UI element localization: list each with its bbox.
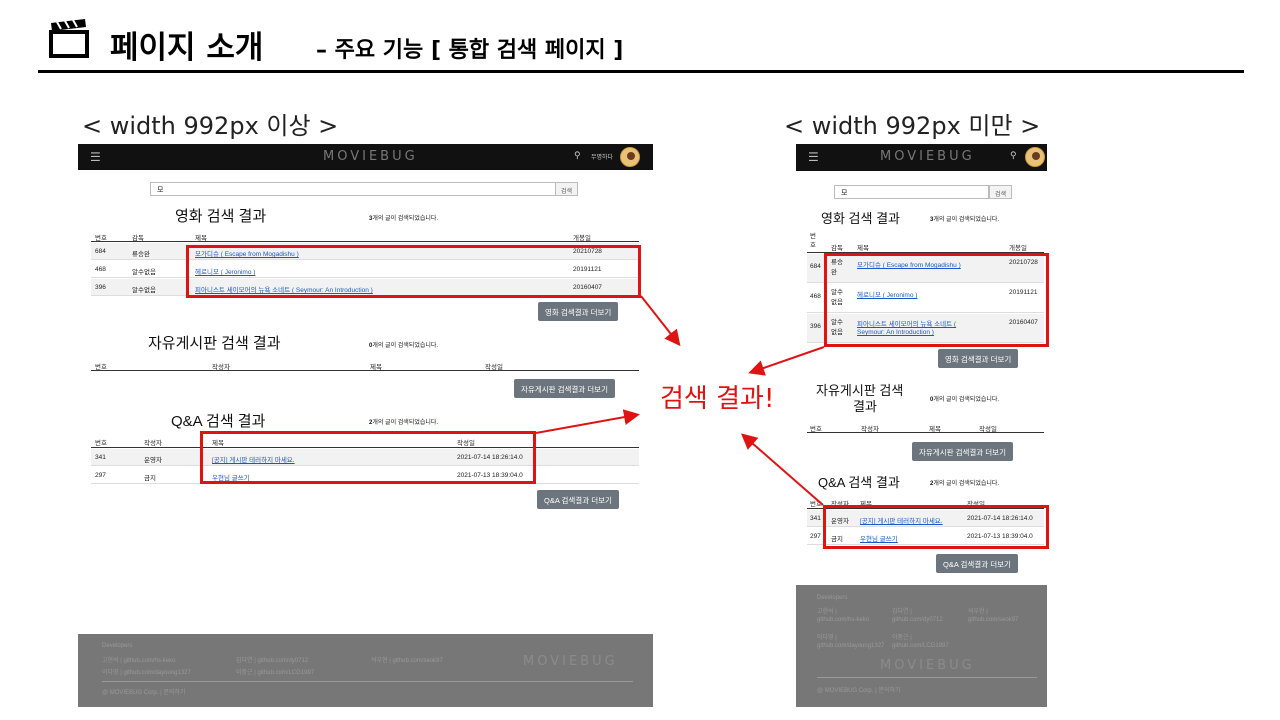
arrow-qna-narrow <box>740 433 824 506</box>
callout-arrows <box>535 295 825 506</box>
arrow-movie-narrow <box>748 346 825 376</box>
slide: { "slide": { "title": "페이지 소개", "subtitl… <box>0 0 1280 720</box>
arrow-qna-wide <box>535 409 640 434</box>
arrow-movie-wide <box>640 295 681 347</box>
